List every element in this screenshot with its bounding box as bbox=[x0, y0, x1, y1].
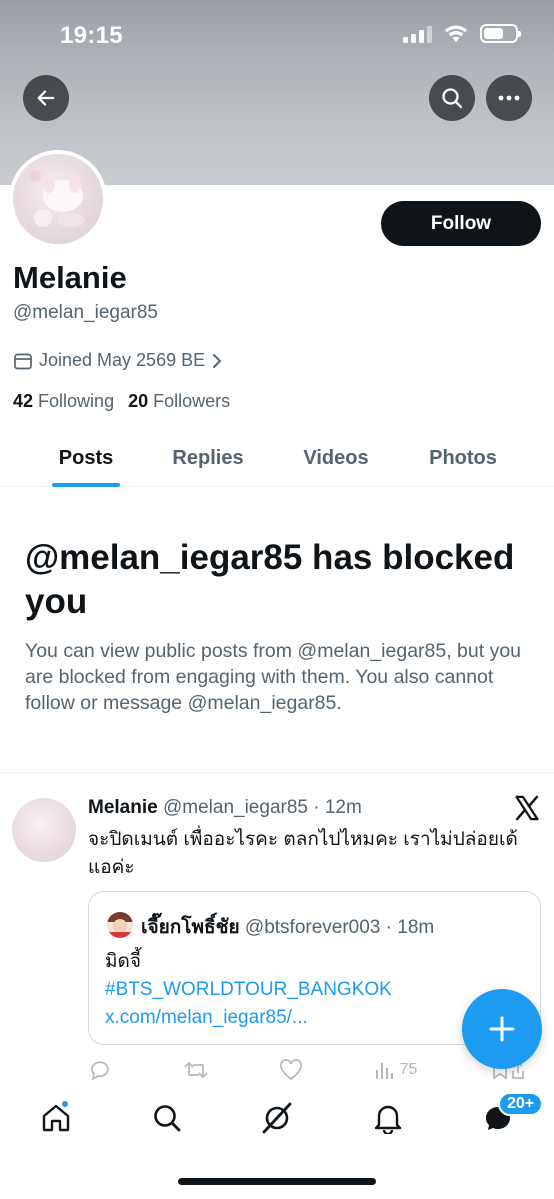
post-avatar[interactable] bbox=[12, 798, 76, 862]
messages-badge: 20+ bbox=[498, 1092, 544, 1116]
status-time: 19:15 bbox=[60, 22, 123, 49]
chevron-right-icon bbox=[213, 353, 222, 368]
home-indicator bbox=[178, 1178, 376, 1185]
follow-button[interactable]: Follow bbox=[381, 201, 541, 246]
notifications-icon bbox=[374, 1105, 402, 1134]
like-icon[interactable] bbox=[279, 1059, 303, 1081]
tab-label: Videos bbox=[303, 447, 369, 469]
search-icon bbox=[154, 1105, 181, 1132]
status-icons bbox=[403, 24, 521, 43]
plus-icon bbox=[489, 1016, 515, 1042]
following-count: 42 bbox=[13, 391, 34, 411]
divider bbox=[0, 772, 554, 773]
followers-link[interactable]: 20 Followers bbox=[128, 391, 230, 412]
x-logo-icon bbox=[515, 795, 539, 821]
post-author-name[interactable]: Melanie bbox=[88, 797, 158, 818]
search-icon bbox=[442, 88, 463, 109]
quote-author-meta: @btsforever003 · 18m bbox=[244, 917, 435, 938]
joined-label: Joined May 2569 BE bbox=[39, 350, 206, 370]
tab-label: Photos bbox=[429, 447, 497, 469]
signal-icon bbox=[403, 25, 432, 43]
tab-videos[interactable]: Videos bbox=[244, 430, 428, 487]
post-author-meta: @melan_iegar85 · 12m bbox=[162, 797, 362, 818]
profile-name: Melanie bbox=[13, 260, 127, 295]
tab-label: Replies bbox=[172, 447, 244, 469]
calendar-icon bbox=[14, 353, 32, 369]
profile-avatar[interactable] bbox=[9, 150, 107, 248]
search-button[interactable] bbox=[429, 75, 475, 121]
more-button[interactable] bbox=[486, 75, 532, 121]
avatar-image bbox=[29, 170, 85, 227]
battery-icon bbox=[480, 24, 521, 43]
post-text: จะปิดเมนต์ เพื่ออะไรคะ ตลกไปไหมคะ เราไม่… bbox=[88, 829, 518, 878]
nav-home[interactable] bbox=[34, 1098, 78, 1138]
quote-text: มิดจี้ bbox=[105, 951, 141, 972]
quote-author-name: เจี๊ยกโพธิ์ชัย bbox=[141, 917, 240, 938]
nav-notifications[interactable] bbox=[366, 1098, 410, 1138]
quote-avatar bbox=[107, 912, 133, 938]
tab-label: Posts bbox=[58, 447, 114, 469]
profile-handle: @melan_iegar85 bbox=[13, 302, 158, 323]
followers-label: Followers bbox=[153, 391, 231, 411]
active-tab-indicator bbox=[52, 483, 120, 487]
repost-icon[interactable] bbox=[183, 1059, 209, 1081]
back-button[interactable] bbox=[23, 75, 69, 121]
post-actions: 75 bbox=[88, 1058, 528, 1082]
views-count: 75 bbox=[399, 1061, 418, 1078]
nav-search[interactable] bbox=[145, 1098, 189, 1138]
arrow-left-icon bbox=[37, 90, 55, 106]
following-label: Following bbox=[38, 391, 115, 411]
blocked-description: You can view public posts from @melan_ie… bbox=[25, 640, 522, 714]
views-icon bbox=[375, 1063, 393, 1079]
post-header: Melanie @melan_iegar85 · 12m bbox=[88, 797, 362, 819]
views[interactable]: 75 bbox=[374, 1060, 418, 1080]
nav-grok[interactable] bbox=[255, 1098, 299, 1138]
tab-replies[interactable]: Replies bbox=[172, 430, 244, 487]
reply-icon[interactable] bbox=[88, 1059, 112, 1081]
following-link[interactable]: 42 Following bbox=[13, 391, 114, 412]
joined-date[interactable]: Joined May 2569 BE bbox=[13, 350, 223, 371]
more-horizontal-icon bbox=[498, 95, 520, 101]
blocked-title: @melan_iegar85 has blocked you bbox=[25, 538, 515, 621]
followers-count: 20 bbox=[128, 391, 149, 411]
profile-tabs: Posts Replies Videos Photos bbox=[0, 430, 554, 487]
tab-photos[interactable]: Photos bbox=[428, 430, 498, 487]
grok-icon bbox=[262, 1102, 292, 1134]
wifi-icon bbox=[444, 25, 468, 42]
quote-header: เจี๊ยกโพธิ์ชัย @btsforever003 · 18m bbox=[141, 912, 434, 942]
compose-button[interactable] bbox=[462, 989, 542, 1069]
tab-posts[interactable]: Posts bbox=[0, 430, 172, 487]
home-notification-dot bbox=[60, 1099, 70, 1109]
follow-counts: 42 Following 20 Followers bbox=[13, 391, 230, 412]
